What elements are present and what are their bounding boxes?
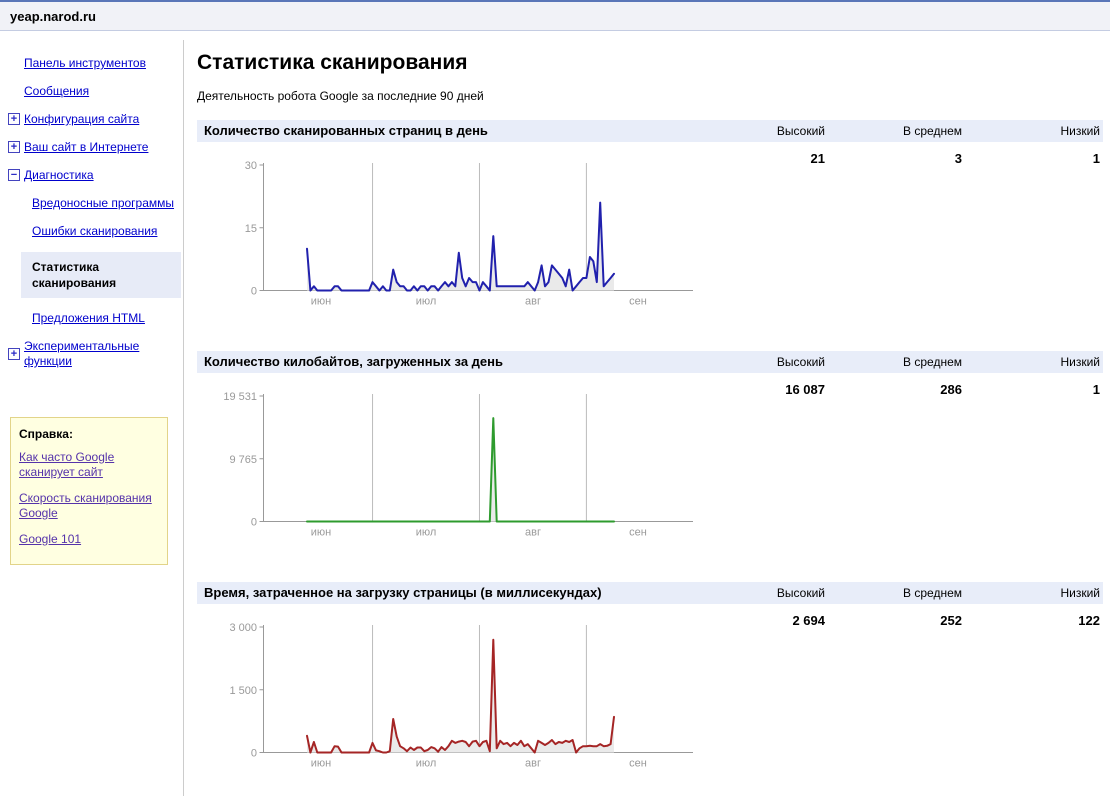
help-link-google-101[interactable]: Google 101 bbox=[19, 532, 159, 547]
top-bar: yeap.narod.ru bbox=[0, 0, 1110, 31]
sidebar-divider bbox=[183, 40, 184, 796]
sidebar-item-crawl-stats-selected[interactable]: Статистика сканирования bbox=[21, 252, 181, 298]
svg-text:июл: июл bbox=[416, 758, 437, 770]
collapse-minus-icon[interactable]: − bbox=[8, 169, 20, 181]
svg-text:июн: июн bbox=[311, 527, 331, 539]
expand-plus-icon[interactable]: + bbox=[8, 348, 20, 360]
chart-section-kilobytes-downloaded: Количество килобайтов, загруженных за де… bbox=[197, 351, 1103, 399]
stat-value-low: 1 bbox=[970, 381, 1100, 399]
expand-plus-icon[interactable]: + bbox=[8, 113, 20, 125]
svg-text:1 500: 1 500 bbox=[229, 685, 257, 697]
svg-text:июл: июл bbox=[416, 527, 437, 539]
expand-plus-icon[interactable]: + bbox=[8, 141, 20, 153]
chart-header: Количество сканированных страниц в день … bbox=[197, 120, 1103, 142]
chart-section-page-load-time: Время, затраченное на загрузку страницы … bbox=[197, 582, 1103, 630]
page-title: Статистика сканирования bbox=[197, 51, 468, 75]
chart-section-pages-crawled: Количество сканированных страниц в день … bbox=[197, 120, 1103, 168]
help-title: Справка: bbox=[19, 427, 159, 441]
stat-label-average: В среднем bbox=[832, 351, 962, 373]
svg-text:сен: сен bbox=[629, 527, 647, 539]
stat-label-low: Низкий bbox=[970, 351, 1100, 373]
stat-label-low: Низкий bbox=[970, 582, 1100, 604]
sidebar: Панель инструментов Сообщения + Конфигур… bbox=[0, 31, 183, 565]
stat-label-high: Высокий bbox=[695, 351, 825, 373]
sidebar-item-site-config[interactable]: + Конфигурация сайта bbox=[0, 112, 183, 127]
messages-link[interactable]: Сообщения bbox=[24, 84, 89, 98]
svg-text:авг: авг bbox=[525, 296, 541, 308]
svg-text:июл: июл bbox=[416, 296, 437, 308]
svg-text:15: 15 bbox=[245, 223, 257, 235]
svg-text:3 000: 3 000 bbox=[229, 622, 257, 634]
svg-text:июн: июн bbox=[311, 758, 331, 770]
dashboard-link[interactable]: Панель инструментов bbox=[24, 56, 146, 70]
sidebar-item-dashboard[interactable]: Панель инструментов bbox=[0, 56, 183, 71]
site-on-web-link[interactable]: Ваш сайт в Интернете bbox=[24, 140, 148, 154]
sidebar-item-malware[interactable]: Вредоносные программы bbox=[0, 196, 183, 211]
svg-text:0: 0 bbox=[251, 286, 257, 298]
sidebar-item-messages[interactable]: Сообщения bbox=[0, 84, 183, 99]
pages-crawled-chart: 30 15 0 июн июл авг сен bbox=[197, 155, 897, 313]
stat-label-high: Высокий bbox=[695, 120, 825, 142]
chart-header: Время, затраченное на загрузку страницы … bbox=[197, 582, 1103, 604]
sidebar-item-crawl-errors[interactable]: Ошибки сканирования bbox=[0, 224, 183, 239]
svg-text:0: 0 bbox=[251, 748, 257, 760]
svg-text:0: 0 bbox=[251, 517, 257, 529]
sidebar-item-diagnostics[interactable]: − Диагностика bbox=[0, 168, 183, 183]
svg-text:авг: авг bbox=[525, 758, 541, 770]
svg-text:9 765: 9 765 bbox=[229, 454, 257, 466]
crawl-errors-link[interactable]: Ошибки сканирования bbox=[32, 224, 157, 238]
chart-title: Количество килобайтов, загруженных за де… bbox=[204, 351, 503, 373]
site-config-link[interactable]: Конфигурация сайта bbox=[24, 112, 139, 126]
sidebar-item-html-suggestions[interactable]: Предложения HTML bbox=[0, 311, 183, 326]
sidebar-item-labs[interactable]: + Экспериментальные функции bbox=[0, 339, 183, 369]
svg-text:июн: июн bbox=[311, 296, 331, 308]
html-suggestions-link[interactable]: Предложения HTML bbox=[32, 311, 145, 325]
svg-text:30: 30 bbox=[245, 160, 257, 172]
malware-link[interactable]: Вредоносные программы bbox=[32, 196, 174, 210]
main-content: Статистика сканирования Деятельность роб… bbox=[197, 31, 1103, 808]
diagnostics-link[interactable]: Диагностика bbox=[24, 168, 94, 182]
page-subtitle: Деятельность робота Google за последние … bbox=[197, 89, 484, 103]
stat-value-low: 1 bbox=[970, 150, 1100, 168]
stat-value-low: 122 bbox=[970, 612, 1100, 630]
svg-text:авг: авг bbox=[525, 527, 541, 539]
chart-title: Время, затраченное на загрузку страницы … bbox=[204, 582, 602, 604]
stat-label-average: В среднем bbox=[832, 120, 962, 142]
svg-text:19 531: 19 531 bbox=[223, 391, 257, 403]
help-link-crawl-speed[interactable]: Скорость сканирования Google bbox=[19, 491, 159, 521]
kilobytes-downloaded-chart: 19 531 9 765 0 июн июл авг сен bbox=[197, 386, 897, 544]
stat-label-average: В среднем bbox=[832, 582, 962, 604]
help-link-crawl-frequency[interactable]: Как часто Google сканирует сайт bbox=[19, 450, 159, 480]
svg-text:сен: сен bbox=[629, 758, 647, 770]
labs-link[interactable]: Экспериментальные функции bbox=[24, 339, 139, 368]
help-box: Справка: Как часто Google сканирует сайт… bbox=[10, 417, 168, 565]
chart-title: Количество сканированных страниц в день bbox=[204, 120, 488, 142]
site-name: yeap.narod.ru bbox=[10, 9, 96, 24]
chart-header: Количество килобайтов, загруженных за де… bbox=[197, 351, 1103, 373]
svg-text:сен: сен bbox=[629, 296, 647, 308]
stat-label-low: Низкий bbox=[970, 120, 1100, 142]
sidebar-item-site-on-web[interactable]: + Ваш сайт в Интернете bbox=[0, 140, 183, 155]
page-load-time-chart: 3 000 1 500 0 июн июл авг сен bbox=[197, 617, 897, 775]
stat-label-high: Высокий bbox=[695, 582, 825, 604]
